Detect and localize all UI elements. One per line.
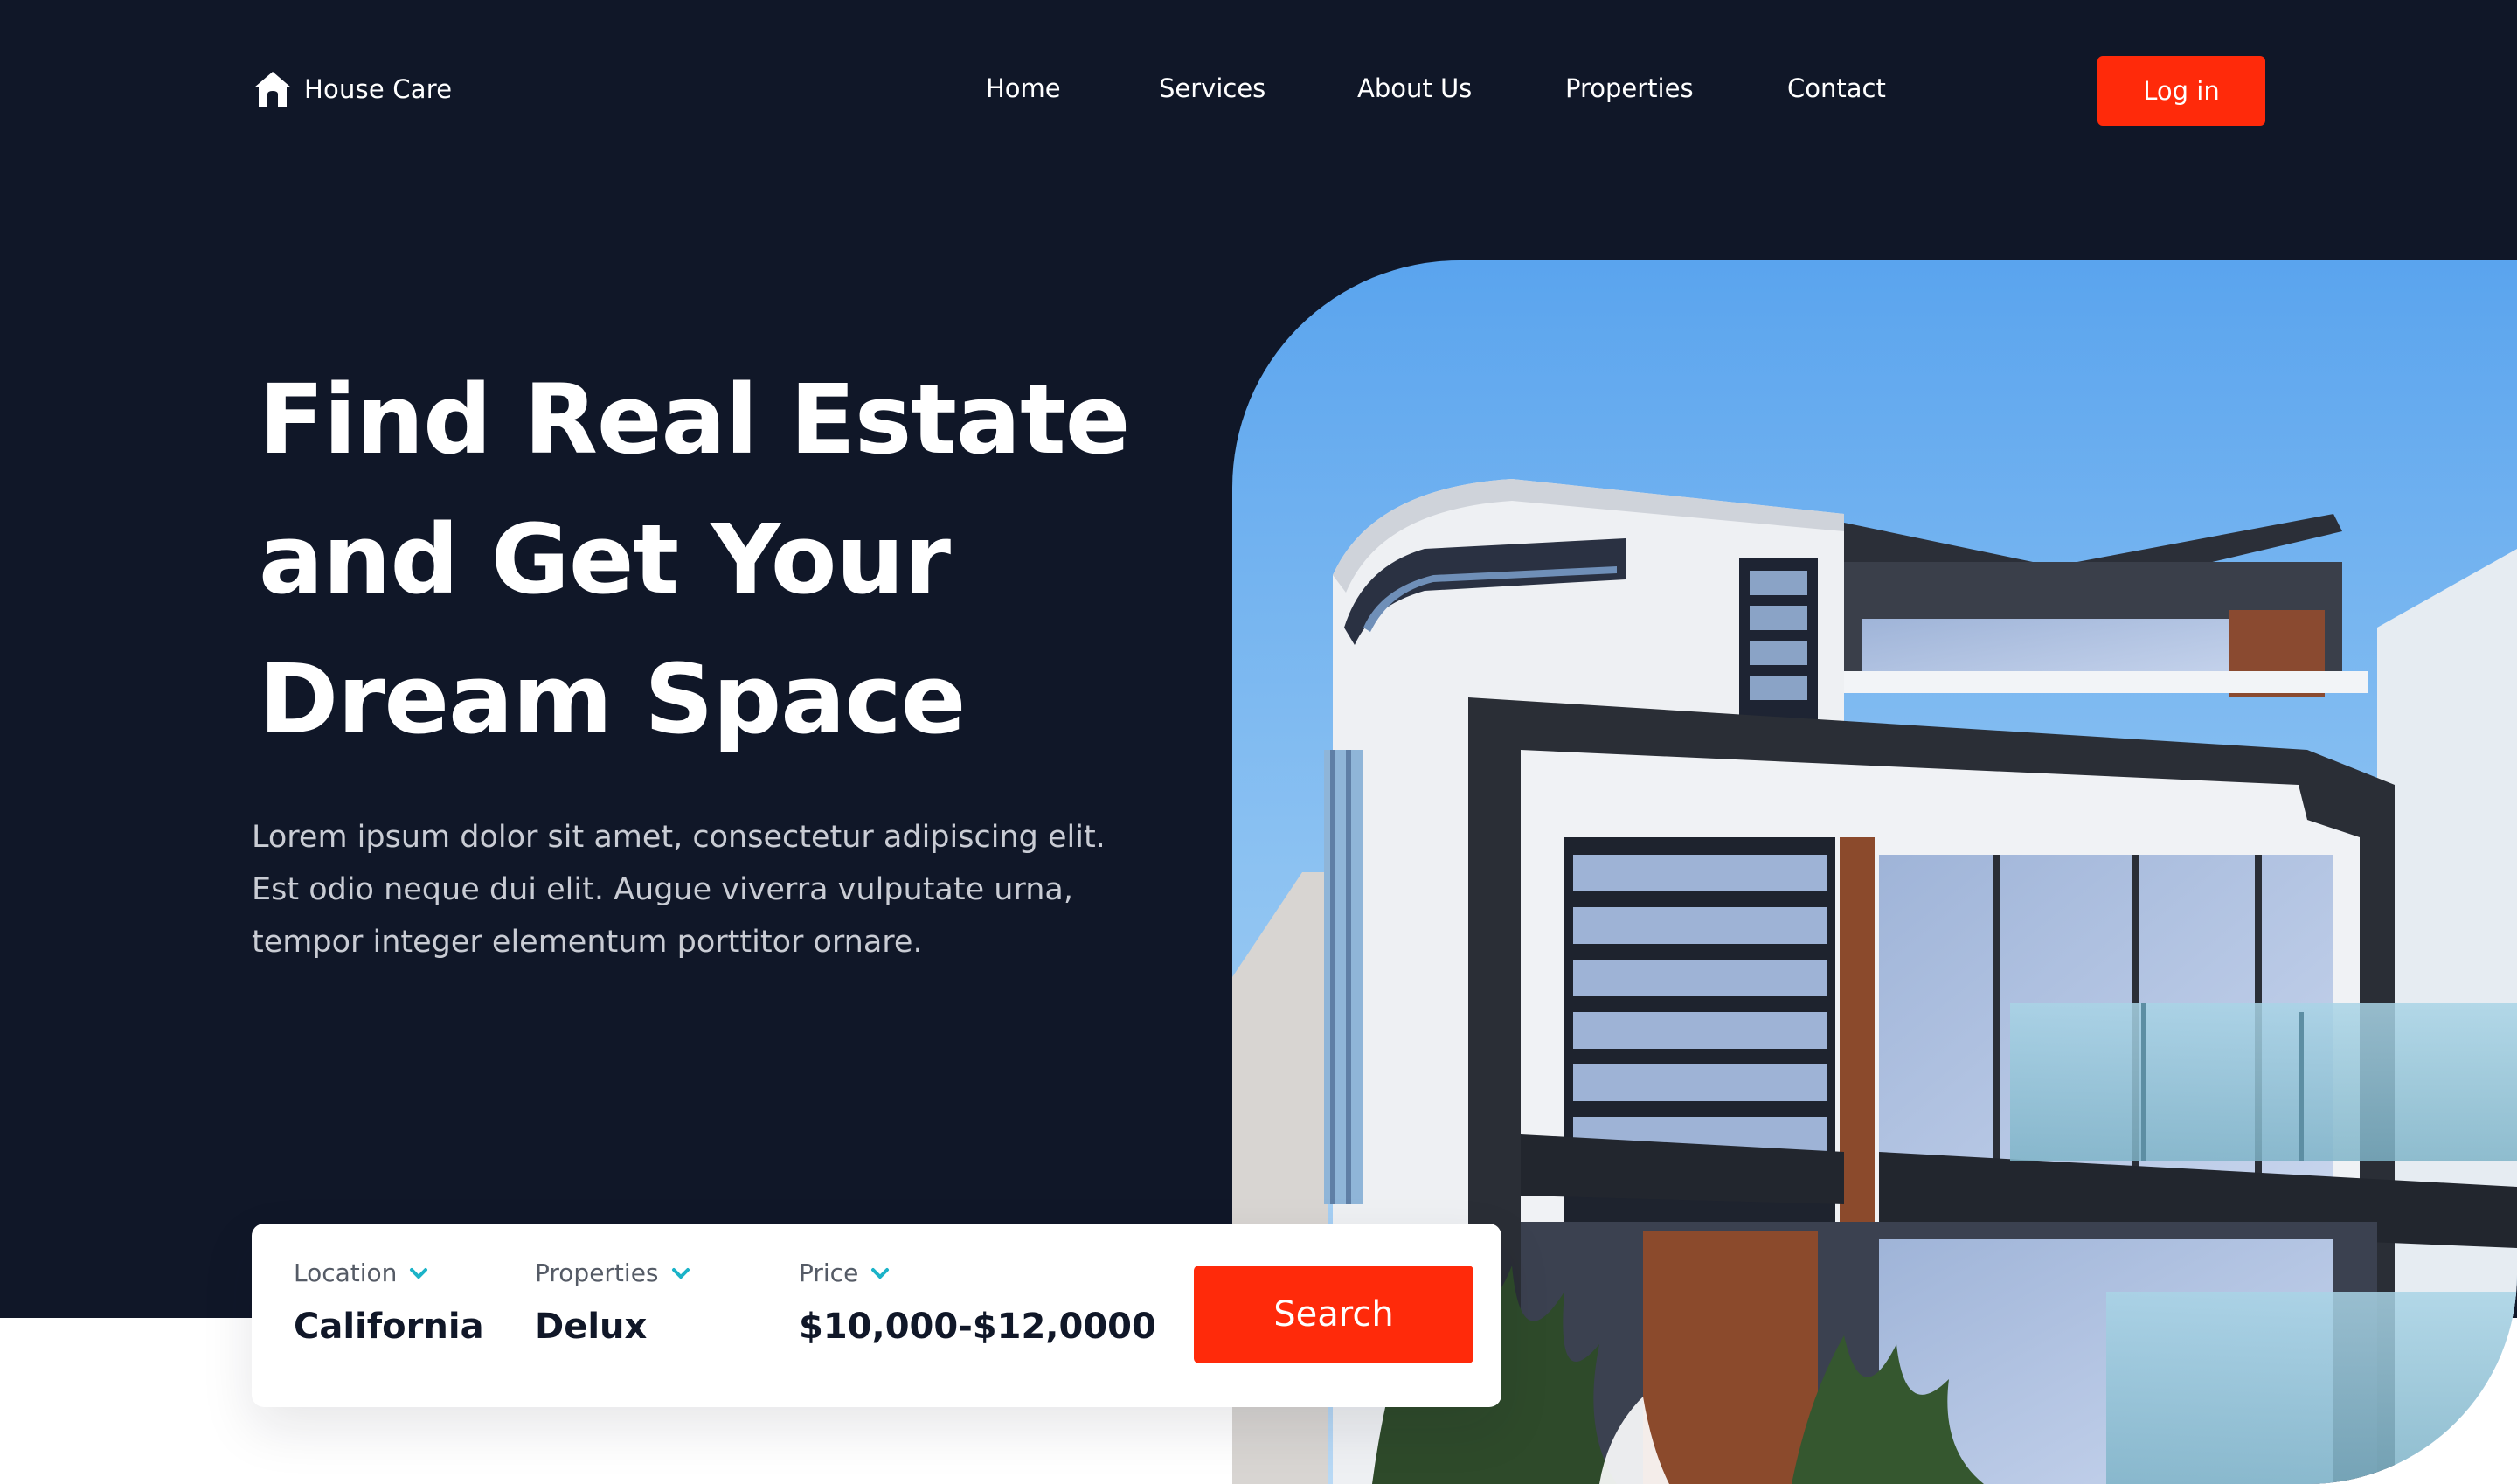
chevron-down-icon <box>671 1267 690 1279</box>
nav-link-home[interactable]: Home <box>986 73 1061 103</box>
nav-link-services[interactable]: Services <box>1159 73 1265 103</box>
properties-value: Delux <box>535 1307 648 1347</box>
properties-label: Properties <box>535 1259 659 1287</box>
nav-link-contact[interactable]: Contact <box>1787 73 1886 103</box>
properties-field[interactable]: Properties Delux <box>535 1259 690 1347</box>
description-line: Lorem ipsum dolor sit amet, consectetur … <box>252 820 1106 855</box>
price-value: $10,000-$12,0000 <box>799 1307 1156 1347</box>
price-dropdown[interactable]: Price <box>799 1259 1156 1287</box>
price-label: Price <box>799 1259 859 1287</box>
brand-name: House Care <box>304 74 453 104</box>
location-value: California <box>294 1307 484 1347</box>
chevron-down-icon <box>871 1267 890 1279</box>
location-label: Location <box>294 1259 398 1287</box>
login-button[interactable]: Log in <box>2098 56 2265 126</box>
brand-logo[interactable]: House Care <box>252 68 452 110</box>
nav-link-about-us[interactable]: About Us <box>1357 73 1472 103</box>
property-search-panel: Location California Properties Delux Pri… <box>252 1224 1501 1407</box>
headline-line: and Get Your <box>259 503 951 615</box>
description-line: tempor integer elementum porttitor ornar… <box>252 925 923 960</box>
location-field[interactable]: Location California <box>294 1259 484 1347</box>
top-navigation: House Care Home Services About Us Proper… <box>0 0 2517 184</box>
location-dropdown[interactable]: Location <box>294 1259 484 1287</box>
headline-line: Dream Space <box>259 643 966 755</box>
chevron-down-icon <box>410 1267 428 1279</box>
search-button[interactable]: Search <box>1194 1266 1473 1363</box>
nav-link-properties[interactable]: Properties <box>1565 73 1694 103</box>
hero-description: Lorem ipsum dolor sit amet, consectetur … <box>252 811 1169 968</box>
headline-line: Find Real Estate <box>259 364 1130 475</box>
description-line: Est odio neque dui elit. Augue viverra v… <box>252 872 1073 907</box>
price-field[interactable]: Price $10,000-$12,0000 <box>799 1259 1156 1347</box>
home-icon <box>254 72 291 107</box>
properties-dropdown[interactable]: Properties <box>535 1259 690 1287</box>
hero-headline: Find Real Estate and Get Your Dream Spac… <box>259 350 1220 769</box>
